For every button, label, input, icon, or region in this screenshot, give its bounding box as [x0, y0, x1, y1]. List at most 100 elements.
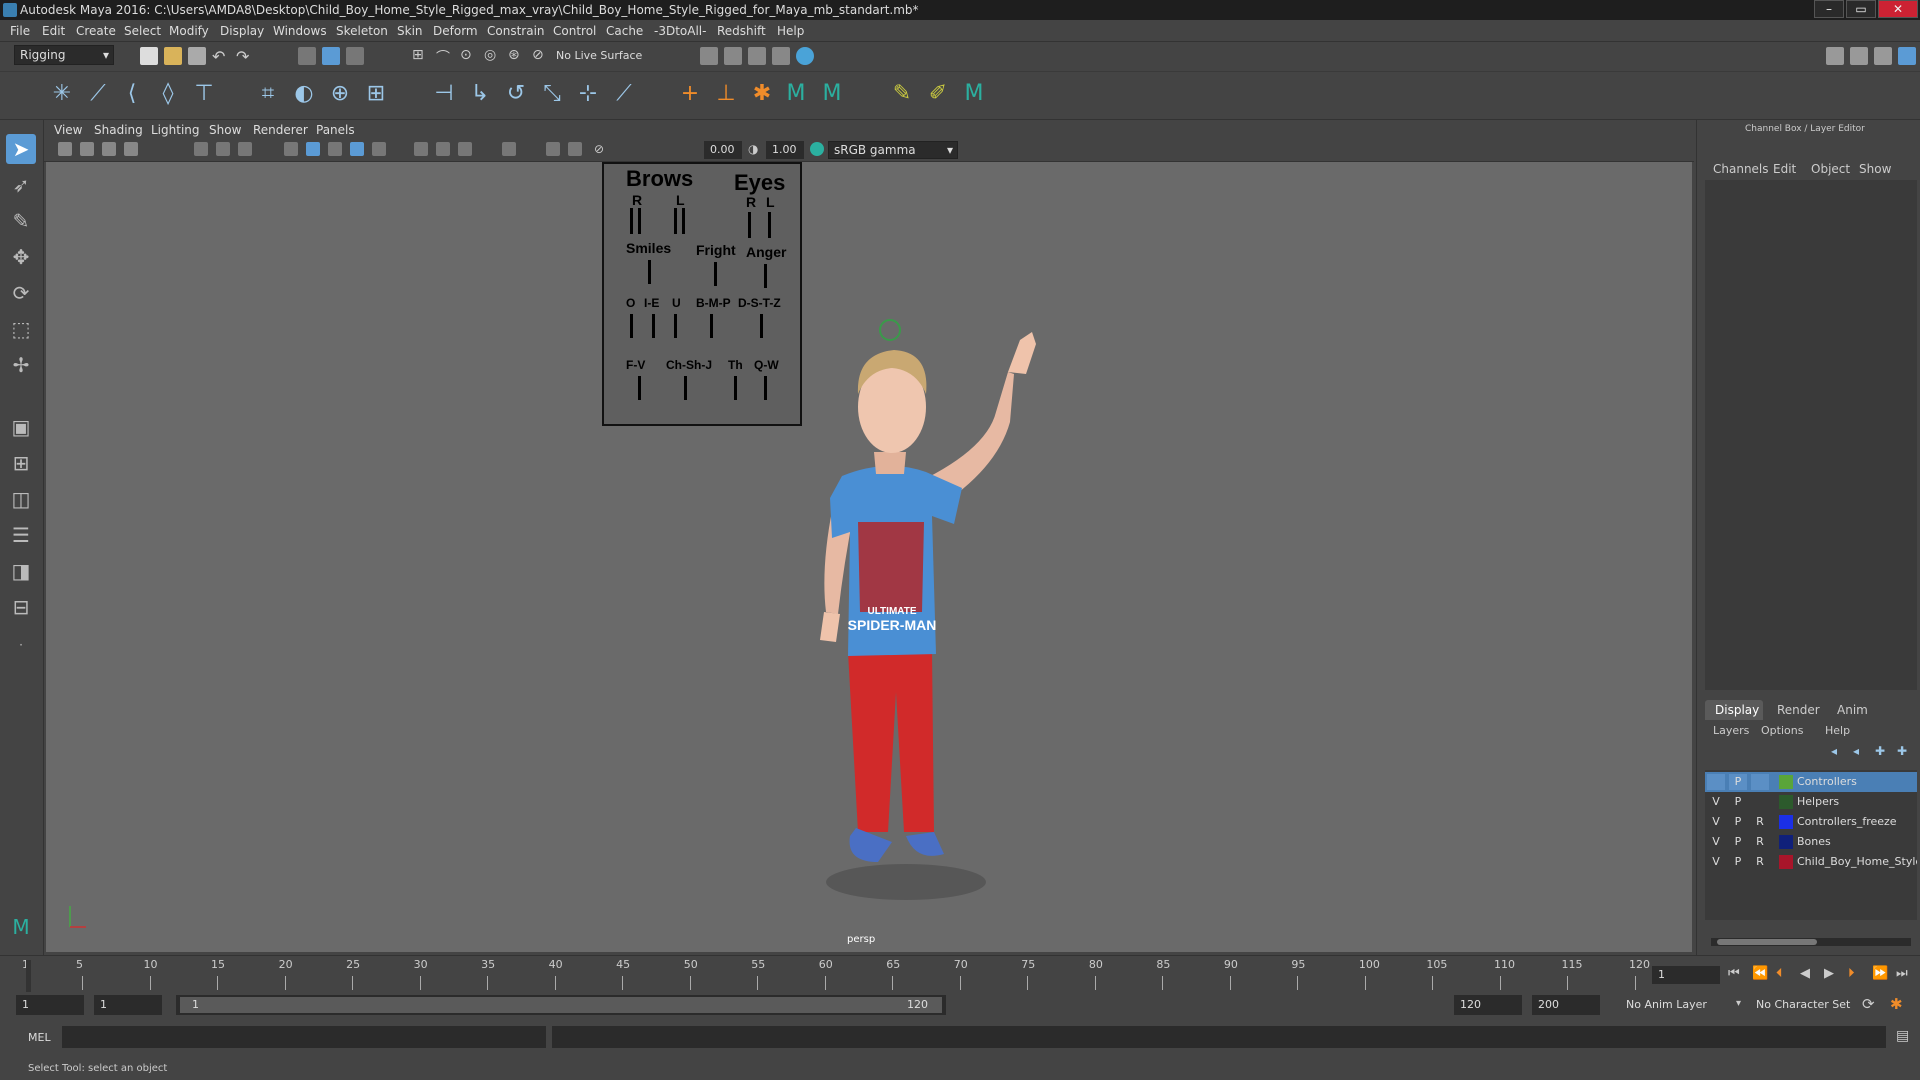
select-hierarchy-icon[interactable] — [298, 47, 316, 65]
panel-menu-panels[interactable]: Panels — [316, 123, 355, 137]
layer-color-swatch[interactable] — [1779, 855, 1793, 869]
orient-joint-icon[interactable]: ◊ — [154, 80, 182, 108]
maya-m3-icon[interactable]: M — [960, 80, 988, 108]
fright-slider[interactable] — [714, 262, 717, 286]
layer-color-swatch[interactable] — [1779, 815, 1793, 829]
layer-row[interactable]: V P R Bones — [1705, 832, 1917, 852]
close-button[interactable]: ✕ — [1878, 0, 1918, 18]
eye-r-slider[interactable] — [748, 212, 751, 238]
layer-tab-anim[interactable]: Anim — [1837, 703, 1868, 717]
shadows-icon[interactable] — [372, 142, 386, 156]
menu-windows[interactable]: Windows — [273, 24, 327, 38]
menu-help[interactable]: Help — [777, 24, 804, 38]
grid-toggle-icon[interactable] — [194, 142, 208, 156]
menu-deform[interactable]: Deform — [433, 24, 478, 38]
attribute-editor-icon[interactable] — [1850, 47, 1868, 65]
perspective-viewport[interactable]: Brows Eyes R L R L Smiles Fright Anger O… — [46, 162, 1692, 952]
gamma-field[interactable]: 1.00 — [766, 141, 804, 159]
live-surface-label[interactable]: No Live Surface — [556, 49, 642, 62]
range-slider-thumb[interactable]: 1 120 — [180, 997, 942, 1013]
snap-pivot-icon[interactable]: ⊘ — [532, 47, 550, 65]
undo-icon[interactable]: ↶ — [212, 47, 230, 66]
layer-reference-toggle[interactable] — [1751, 774, 1769, 790]
playback-start-field[interactable]: 1 — [94, 995, 162, 1015]
layer-menu-layers[interactable]: Layers — [1713, 724, 1749, 737]
auto-key-icon[interactable]: ⟳ — [1862, 995, 1875, 1013]
view-transform-dropdown[interactable]: sRGB gamma ▾ — [828, 141, 958, 159]
brow-r-outer-slider[interactable] — [638, 208, 641, 234]
phoneme-th-slider[interactable] — [734, 376, 737, 400]
aim-constraint-icon[interactable]: ↳ — [466, 80, 494, 108]
redo-icon[interactable]: ↷ — [236, 47, 254, 66]
menu-cache[interactable]: Cache — [606, 24, 643, 38]
layer-row[interactable]: P Controllers — [1705, 772, 1917, 792]
menu-3dtoall[interactable]: -3DtoAll- — [654, 24, 706, 38]
lattice-icon[interactable]: ◐ — [290, 80, 318, 108]
paint-select-icon[interactable]: ✎ — [6, 206, 36, 236]
animation-end-field[interactable]: 200 — [1532, 995, 1600, 1015]
layer-playback-toggle[interactable]: P — [1729, 814, 1747, 830]
layer-color-swatch[interactable] — [1779, 775, 1793, 789]
time-slider[interactable]: 1510152025303540455055606570758085909510… — [0, 955, 1920, 995]
channel-box-area[interactable] — [1705, 180, 1917, 690]
color-management-icon[interactable] — [810, 142, 824, 156]
ipr-render-icon[interactable] — [748, 47, 766, 65]
phoneme-chshj-slider[interactable] — [684, 376, 687, 400]
command-input[interactable] — [62, 1026, 546, 1048]
graph-layout-icon[interactable]: ◨ — [6, 556, 36, 586]
xray-joints-icon[interactable] — [568, 142, 582, 156]
layer-list-scrollbar[interactable] — [1711, 938, 1911, 946]
snap-curve-icon[interactable]: ⌒ — [436, 47, 454, 66]
layer-visibility-toggle[interactable] — [1707, 774, 1725, 790]
create-joints-icon[interactable]: ✳ — [48, 80, 76, 108]
cb-tab-edit[interactable]: Edit — [1773, 162, 1796, 176]
four-pane-layout-icon[interactable]: ⊞ — [6, 448, 36, 478]
go-to-start-icon[interactable]: ⏮ — [1728, 966, 1740, 981]
smiles-slider[interactable] — [648, 260, 651, 284]
wrap-deformer-icon[interactable]: ⊕ — [326, 80, 354, 108]
minimize-button[interactable]: – — [1814, 0, 1844, 18]
menu-control[interactable]: Control — [553, 24, 596, 38]
layer-row[interactable]: V P R Child_Boy_Home_Style — [1705, 852, 1917, 872]
current-frame-field[interactable]: 1 — [1652, 966, 1720, 984]
snap-view-icon[interactable]: ◎ — [484, 47, 502, 65]
play-backward-icon[interactable]: ◀ — [1800, 966, 1810, 981]
layer-visibility-toggle[interactable]: V — [1707, 854, 1725, 870]
move-layer-down-icon[interactable]: ◂ — [1853, 744, 1859, 758]
phoneme-ie-slider[interactable] — [652, 314, 655, 338]
lasso-tool-icon[interactable]: ➶ — [6, 170, 36, 200]
step-forward-frame-icon[interactable]: ⏵ — [1848, 966, 1855, 981]
phoneme-bmp-slider[interactable] — [710, 314, 713, 338]
joint-orange-icon[interactable]: ⊥ — [712, 80, 740, 108]
new-scene-icon[interactable] — [140, 47, 158, 65]
child-character-model[interactable]: ULTIMATE SPIDER-MAN — [746, 262, 1146, 952]
layer-playback-toggle[interactable]: P — [1729, 854, 1747, 870]
layer-visibility-toggle[interactable]: V — [1707, 834, 1725, 850]
panel-menu-lighting[interactable]: Lighting — [151, 123, 200, 137]
layer-reference-toggle[interactable]: R — [1751, 814, 1769, 830]
maximize-button[interactable]: ▭ — [1846, 0, 1876, 18]
menu-edit[interactable]: Edit — [42, 24, 65, 38]
panel-menu-view[interactable]: View — [54, 123, 82, 137]
brow-l-outer-slider[interactable] — [682, 208, 685, 234]
menu-skin[interactable]: Skin — [397, 24, 423, 38]
cb-tab-object[interactable]: Object — [1811, 162, 1850, 176]
exposure-field[interactable]: 0.00 — [704, 141, 742, 159]
hypershade-icon[interactable] — [796, 47, 814, 65]
isolate-select-icon[interactable] — [502, 142, 516, 156]
menu-create[interactable]: Create — [76, 24, 116, 38]
orient-constraint-icon[interactable]: ↺ — [502, 80, 530, 108]
step-back-frame-icon[interactable]: ⏴ — [1776, 966, 1783, 981]
move-tool-icon[interactable]: ✥ — [6, 242, 36, 272]
bookmark-icon[interactable] — [102, 142, 116, 156]
scale-constraint-icon[interactable]: ⤡ — [538, 80, 566, 108]
layer-menu-help[interactable]: Help — [1825, 724, 1850, 737]
anim-layer-dropdown[interactable]: No Anim Layer — [1626, 998, 1707, 1011]
camera-select-icon[interactable] — [58, 142, 72, 156]
sculpt-icon[interactable]: ✐ — [924, 80, 952, 108]
point-constraint-icon[interactable]: ⊣ — [430, 80, 458, 108]
layer-row[interactable]: V P R Controllers_freeze — [1705, 812, 1917, 832]
textured-icon[interactable] — [328, 142, 342, 156]
layer-playback-toggle[interactable]: P — [1729, 834, 1747, 850]
layer-color-swatch[interactable] — [1779, 835, 1793, 849]
